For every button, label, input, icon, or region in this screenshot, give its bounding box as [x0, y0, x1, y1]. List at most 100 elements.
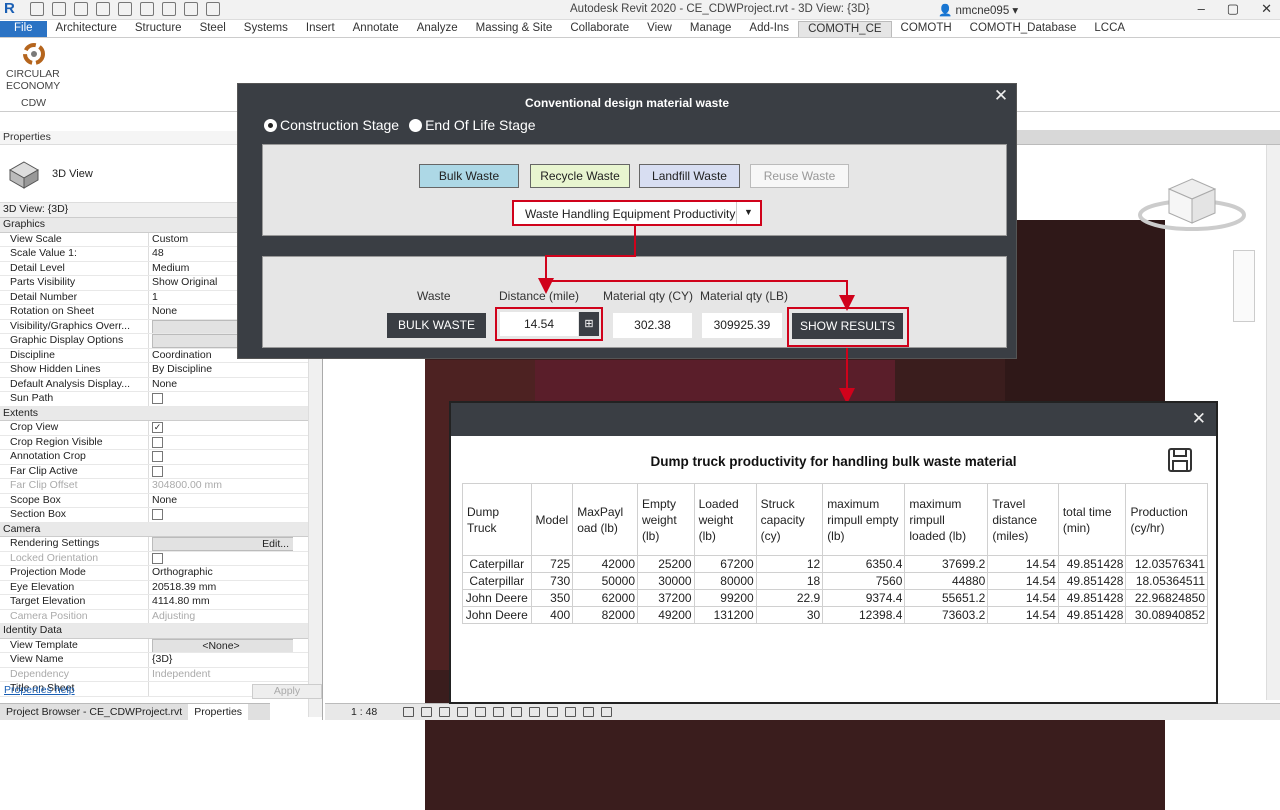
- edit-button[interactable]: Edit...: [152, 537, 293, 551]
- property-value[interactable]: None: [148, 377, 293, 391]
- tab-view[interactable]: View: [638, 21, 681, 37]
- 3d-view-icon[interactable]: [206, 2, 220, 16]
- viewcube-icon[interactable]: [1137, 175, 1247, 235]
- property-value[interactable]: Independent: [148, 667, 293, 681]
- detail-level-icon[interactable]: [403, 707, 414, 717]
- property-value[interactable]: <None>: [148, 638, 293, 652]
- tab-properties[interactable]: Properties: [188, 704, 249, 720]
- render-icon[interactable]: [475, 707, 486, 717]
- property-value[interactable]: By Discipline: [148, 363, 293, 377]
- tab-comoth-database[interactable]: COMOTH_Database: [961, 21, 1086, 37]
- map-distance-icon[interactable]: ⊞: [579, 312, 599, 336]
- property-value[interactable]: Edit...: [148, 537, 293, 551]
- column-header[interactable]: maximum rimpull loaded (lb): [904, 483, 989, 556]
- column-header[interactable]: Struck capacity (cy): [755, 483, 824, 556]
- save-icon[interactable]: [1167, 447, 1193, 473]
- property-value[interactable]: [148, 435, 293, 449]
- reveal-hidden-icon[interactable]: [565, 707, 576, 717]
- recycle-waste-button[interactable]: Recycle Waste: [530, 164, 630, 188]
- show-crop-icon[interactable]: [511, 707, 522, 717]
- tab-collaborate[interactable]: Collaborate: [561, 21, 638, 37]
- circular-economy-button[interactable]: CIRCULAR ECONOMY: [6, 68, 66, 92]
- property-value[interactable]: [148, 392, 293, 406]
- table-row[interactable]: John Deere 350 62000 37200 99200 22.9 9374.4 55…: [462, 589, 1208, 607]
- property-value[interactable]: None: [148, 493, 293, 507]
- property-value[interactable]: Adjusting: [148, 609, 293, 623]
- edit-button[interactable]: <None>: [152, 638, 293, 652]
- tab-analyze[interactable]: Analyze: [408, 21, 467, 37]
- column-header[interactable]: maximum rimpull empty (lb): [822, 483, 906, 556]
- user-name[interactable]: 👤 nmcne095 ▾: [938, 3, 1018, 17]
- viewport-scrollbar[interactable]: [1266, 145, 1280, 700]
- checkbox-checked-icon[interactable]: ✓: [152, 422, 163, 433]
- tab-structure[interactable]: Structure: [126, 21, 191, 37]
- checkbox-icon[interactable]: [152, 451, 163, 462]
- tab-comoth[interactable]: COMOTH: [892, 21, 961, 37]
- shadows-icon[interactable]: [457, 707, 468, 717]
- column-header[interactable]: Travel distance (miles): [987, 483, 1059, 556]
- sync-icon[interactable]: [74, 2, 88, 16]
- view-scale[interactable]: 1 : 48: [351, 706, 377, 718]
- section-camera[interactable]: Camera: [0, 522, 322, 537]
- visual-style-icon[interactable]: [421, 707, 432, 717]
- table-row[interactable]: John Deere 400 82000 49200 131200 30 12398.4 73…: [462, 606, 1208, 624]
- property-value[interactable]: 304800.00 mm: [148, 479, 293, 493]
- tab-steel[interactable]: Steel: [191, 21, 235, 37]
- checkbox-icon[interactable]: [152, 509, 163, 520]
- show-results-button[interactable]: SHOW RESULTS: [792, 313, 903, 339]
- distance-input[interactable]: 14.54: [500, 312, 578, 336]
- circular-economy-icon[interactable]: [21, 42, 47, 66]
- reuse-waste-button[interactable]: Reuse Waste: [750, 164, 849, 188]
- print-icon[interactable]: [140, 2, 154, 16]
- radio-construction-stage[interactable]: Construction Stage: [264, 117, 399, 133]
- hide-isolate-icon[interactable]: [547, 707, 558, 717]
- analysis-dropdown[interactable]: Waste Handling Equipment Productivity ▼: [512, 200, 762, 226]
- revit-logo-icon[interactable]: R: [4, 1, 20, 17]
- landfill-waste-button[interactable]: Landfill Waste: [639, 164, 740, 188]
- sun-path-icon[interactable]: [439, 707, 450, 717]
- measure-icon[interactable]: [162, 2, 176, 16]
- tab-systems[interactable]: Systems: [235, 21, 297, 37]
- column-header[interactable]: Model: [530, 483, 574, 556]
- checkbox-icon[interactable]: [152, 393, 163, 404]
- tab-file[interactable]: File: [0, 21, 47, 37]
- checkbox-icon[interactable]: [152, 436, 163, 448]
- temp-view-icon[interactable]: [583, 707, 594, 717]
- column-header[interactable]: Dump Truck: [462, 483, 532, 556]
- property-value[interactable]: [148, 508, 293, 522]
- bulk-waste-button[interactable]: Bulk Waste: [419, 164, 519, 188]
- table-row[interactable]: Caterpillar 725 42000 25200 67200 12 6350.4 376…: [462, 555, 1208, 573]
- section-extents[interactable]: Extents: [0, 406, 322, 421]
- tab-add-ins[interactable]: Add-Ins: [740, 21, 798, 37]
- checkbox-icon[interactable]: [152, 552, 163, 564]
- apply-button[interactable]: Apply: [252, 684, 322, 699]
- column-header[interactable]: Empty weight (lb): [637, 483, 695, 556]
- property-value[interactable]: ✓: [148, 421, 293, 435]
- property-value[interactable]: {3D}: [148, 653, 293, 667]
- save-icon[interactable]: [52, 2, 66, 16]
- tab-architecture[interactable]: Architecture: [47, 21, 126, 37]
- close-window-icon[interactable]: ✕: [1261, 1, 1272, 17]
- radio-end-of-life-stage[interactable]: End Of Life Stage: [409, 117, 536, 133]
- qty-cy-field[interactable]: 302.38: [613, 313, 692, 338]
- crop-view-icon[interactable]: [493, 707, 504, 717]
- redo-icon[interactable]: [118, 2, 132, 16]
- property-value[interactable]: [148, 464, 293, 478]
- tab-project-browser[interactable]: Project Browser - CE_CDWProject.rvt: [0, 704, 188, 720]
- column-header[interactable]: Production (cy/hr): [1125, 483, 1208, 556]
- property-value[interactable]: [148, 450, 293, 464]
- bulk-waste-type-button[interactable]: BULK WASTE: [387, 313, 486, 338]
- column-header[interactable]: MaxPayl oad (lb): [572, 483, 638, 556]
- open-icon[interactable]: [30, 2, 44, 16]
- property-value[interactable]: 4114.80 mm: [148, 595, 293, 609]
- minimize-icon[interactable]: –: [1198, 1, 1205, 17]
- navigation-bar[interactable]: [1233, 250, 1255, 322]
- tab-massing-site[interactable]: Massing & Site: [467, 21, 562, 37]
- property-value[interactable]: 20518.39 mm: [148, 580, 293, 594]
- qty-lb-field[interactable]: 309925.39: [702, 313, 782, 338]
- checkbox-icon[interactable]: [152, 465, 163, 477]
- column-header[interactable]: Loaded weight (lb): [693, 483, 757, 556]
- close-icon[interactable]: ✕: [990, 86, 1012, 106]
- section-identity-data[interactable]: Identity Data: [0, 624, 322, 639]
- property-value[interactable]: [148, 551, 293, 565]
